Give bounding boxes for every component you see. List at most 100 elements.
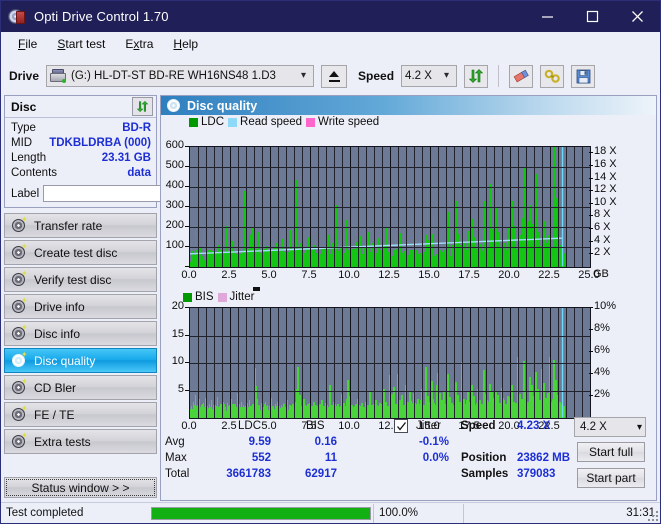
chevron-down-icon: ▾ xyxy=(444,70,450,81)
legend-item-ldc: LDC xyxy=(189,116,224,128)
start-part-button[interactable]: Start part xyxy=(577,468,645,488)
stats-row-label-avg: Avg xyxy=(165,436,185,448)
sidebar-item-disc-info[interactable]: ✦ Disc info xyxy=(4,321,157,346)
disc-icon: ✦ xyxy=(11,378,28,395)
resize-grip-icon[interactable] xyxy=(646,509,658,521)
disc-info-rows: Type BD-R MID TDKBLDRBA (000) Length 23.… xyxy=(5,118,246,207)
x-tick-label: 12.5 xyxy=(378,269,400,281)
sidebar-item-create-test-disc[interactable]: ✦ Create test disc xyxy=(4,240,157,265)
minimize-icon[interactable] xyxy=(525,1,570,32)
stats-bis-avg: 0.16 xyxy=(314,436,337,448)
sidebar-item-label: Disc info xyxy=(34,326,81,341)
main-body: Disc Type BD-R MID TDKBLDRBA (000) Lengt… xyxy=(1,95,660,501)
y-tick-label: 500 xyxy=(165,159,184,171)
test-speed-select[interactable]: 4.2 X ▾ xyxy=(574,417,646,437)
charts-area: LDC Read speed Write speed 1002003004 xyxy=(161,115,656,500)
y2-tick-label: 10% xyxy=(594,300,617,312)
y2-tick-label: 8 X xyxy=(594,208,611,221)
stats-bis-max: 11 xyxy=(324,452,337,464)
status-window-button[interactable]: Status window > > xyxy=(4,477,157,498)
legend-swatch-icon xyxy=(228,117,238,127)
legend-swatch-icon xyxy=(189,117,198,127)
sidebar-item-drive-info[interactable]: ✦ Drive info xyxy=(4,294,157,319)
speed-select[interactable]: 4.2 X ▾ xyxy=(401,65,458,87)
y-tick-label: 20 xyxy=(171,300,184,312)
sidebar-item-fe-te[interactable]: ✦ FE / TE xyxy=(4,402,157,427)
speed-select-value: 4.2 X xyxy=(405,70,432,82)
legend-item-jitter: Jitter xyxy=(217,291,254,303)
elapsed-time: 31:31 xyxy=(463,503,660,523)
y2-tick-label: 14 X xyxy=(594,170,617,183)
sidebar-item-label: Drive info xyxy=(34,299,85,314)
disc-row-value: 23.31 GB xyxy=(101,152,151,164)
x-tick-label: 7.5 xyxy=(301,269,317,281)
progress-bar xyxy=(151,506,371,520)
sidebar-item-transfer-rate[interactable]: ✦ Transfer rate xyxy=(4,213,157,238)
y2-tick-label: 16 X xyxy=(594,157,617,170)
stats-header-bis: BIS xyxy=(306,420,325,432)
chevron-down-icon: ▾ xyxy=(301,70,307,81)
y2-tick-label: 8% xyxy=(594,322,610,334)
drive-select[interactable]: (G:) HL-DT-ST BD-RE WH16NS48 1.D3 ▾ xyxy=(46,65,315,87)
disc-row-value: TDKBLDRBA (000) xyxy=(49,137,151,149)
sidebar-item-label: Verify test disc xyxy=(34,272,112,287)
sidebar-item-cd-bler[interactable]: ✦ CD Bler xyxy=(4,375,157,400)
stats-ldc-total: 3661783 xyxy=(226,468,271,480)
close-icon[interactable] xyxy=(615,1,660,32)
ldc-x-unit-label: GB xyxy=(593,268,609,280)
status-message: Test completed xyxy=(6,507,84,519)
toolbar: Drive (G:) HL-DT-ST BD-RE WH16NS48 1.D3 … xyxy=(1,57,660,95)
stats-panel: LDC BIS Jitter Avg Max Total 9.59 552 36… xyxy=(161,414,656,500)
wrench-icon xyxy=(544,69,560,83)
maximize-icon[interactable] xyxy=(570,1,615,32)
speed-label: Speed xyxy=(358,69,395,83)
erase-button[interactable] xyxy=(509,64,534,88)
sidebar-item-extra-tests[interactable]: ✦ Extra tests xyxy=(4,429,157,454)
legend-label: Write speed xyxy=(318,116,380,128)
disc-icon: ✦ xyxy=(11,297,28,314)
y2-tick-label: 12 X xyxy=(594,183,617,196)
start-full-button[interactable]: Start full xyxy=(577,442,645,462)
legend-label: BIS xyxy=(195,291,214,303)
app-disc-icon xyxy=(8,8,26,26)
content-panel: Disc quality LDC Read speed Write speed … xyxy=(160,95,657,501)
eject-icon xyxy=(328,70,340,82)
disc-label-row: Label xyxy=(11,184,246,203)
refresh-disc-button[interactable] xyxy=(132,97,153,116)
refresh-button[interactable] xyxy=(464,64,489,88)
disc-icon: ✦ xyxy=(11,216,28,233)
ldc-plot-area xyxy=(189,146,591,268)
y-tick-label: 300 xyxy=(165,199,184,211)
progress-percent: 100.0% xyxy=(373,503,463,523)
sidebar-item-verify-test-disc[interactable]: ✦ Verify test disc xyxy=(4,267,157,292)
y2-tick-label: 6% xyxy=(594,344,610,356)
y2-tick-label: 10 X xyxy=(594,195,617,208)
y-tick-label: 10 xyxy=(171,355,184,367)
legend-item-write-speed: Write speed xyxy=(306,116,379,128)
menu-item-help[interactable]: Help xyxy=(164,34,207,54)
window-controls xyxy=(525,1,660,32)
drive-select-value: (G:) HL-DT-ST BD-RE WH16NS48 1.D3 xyxy=(71,70,276,82)
sidebar-item-label: CD Bler xyxy=(34,380,77,395)
tools-button[interactable] xyxy=(540,64,565,88)
menu-item-extra[interactable]: Extra xyxy=(116,34,162,54)
content-title: Disc quality xyxy=(187,98,258,113)
sidebar-item-disc-quality[interactable]: ✦ Disc quality xyxy=(4,348,157,373)
save-button[interactable] xyxy=(571,64,596,88)
stats-position-value: 23862 MB xyxy=(517,452,571,464)
y-tick-label: 15 xyxy=(171,327,184,340)
sidebar-item-label: Disc quality xyxy=(34,353,96,368)
menu-item-file[interactable]: FFileile xyxy=(9,34,46,54)
disc-icon: ✦ xyxy=(11,351,28,368)
disc-row-length: Length 23.31 GB xyxy=(11,151,151,166)
eject-button[interactable] xyxy=(321,64,348,88)
disc-row-key: MID xyxy=(11,137,33,149)
stats-jitter-max: 0.0% xyxy=(422,452,449,464)
disc-info-panel: Disc Type BD-R MID TDKBLDRBA (000) Lengt… xyxy=(4,95,246,208)
jitter-checkbox[interactable] xyxy=(394,419,408,433)
drive-label: Drive xyxy=(9,69,40,83)
x-tick-label: 17.5 xyxy=(458,269,480,281)
y-tick-label: 100 xyxy=(165,239,184,251)
menu-item-start-test[interactable]: Start test xyxy=(48,34,114,54)
opti-drive-control-window: Opti Drive Control 1.70 FFileile Start t… xyxy=(0,0,661,524)
